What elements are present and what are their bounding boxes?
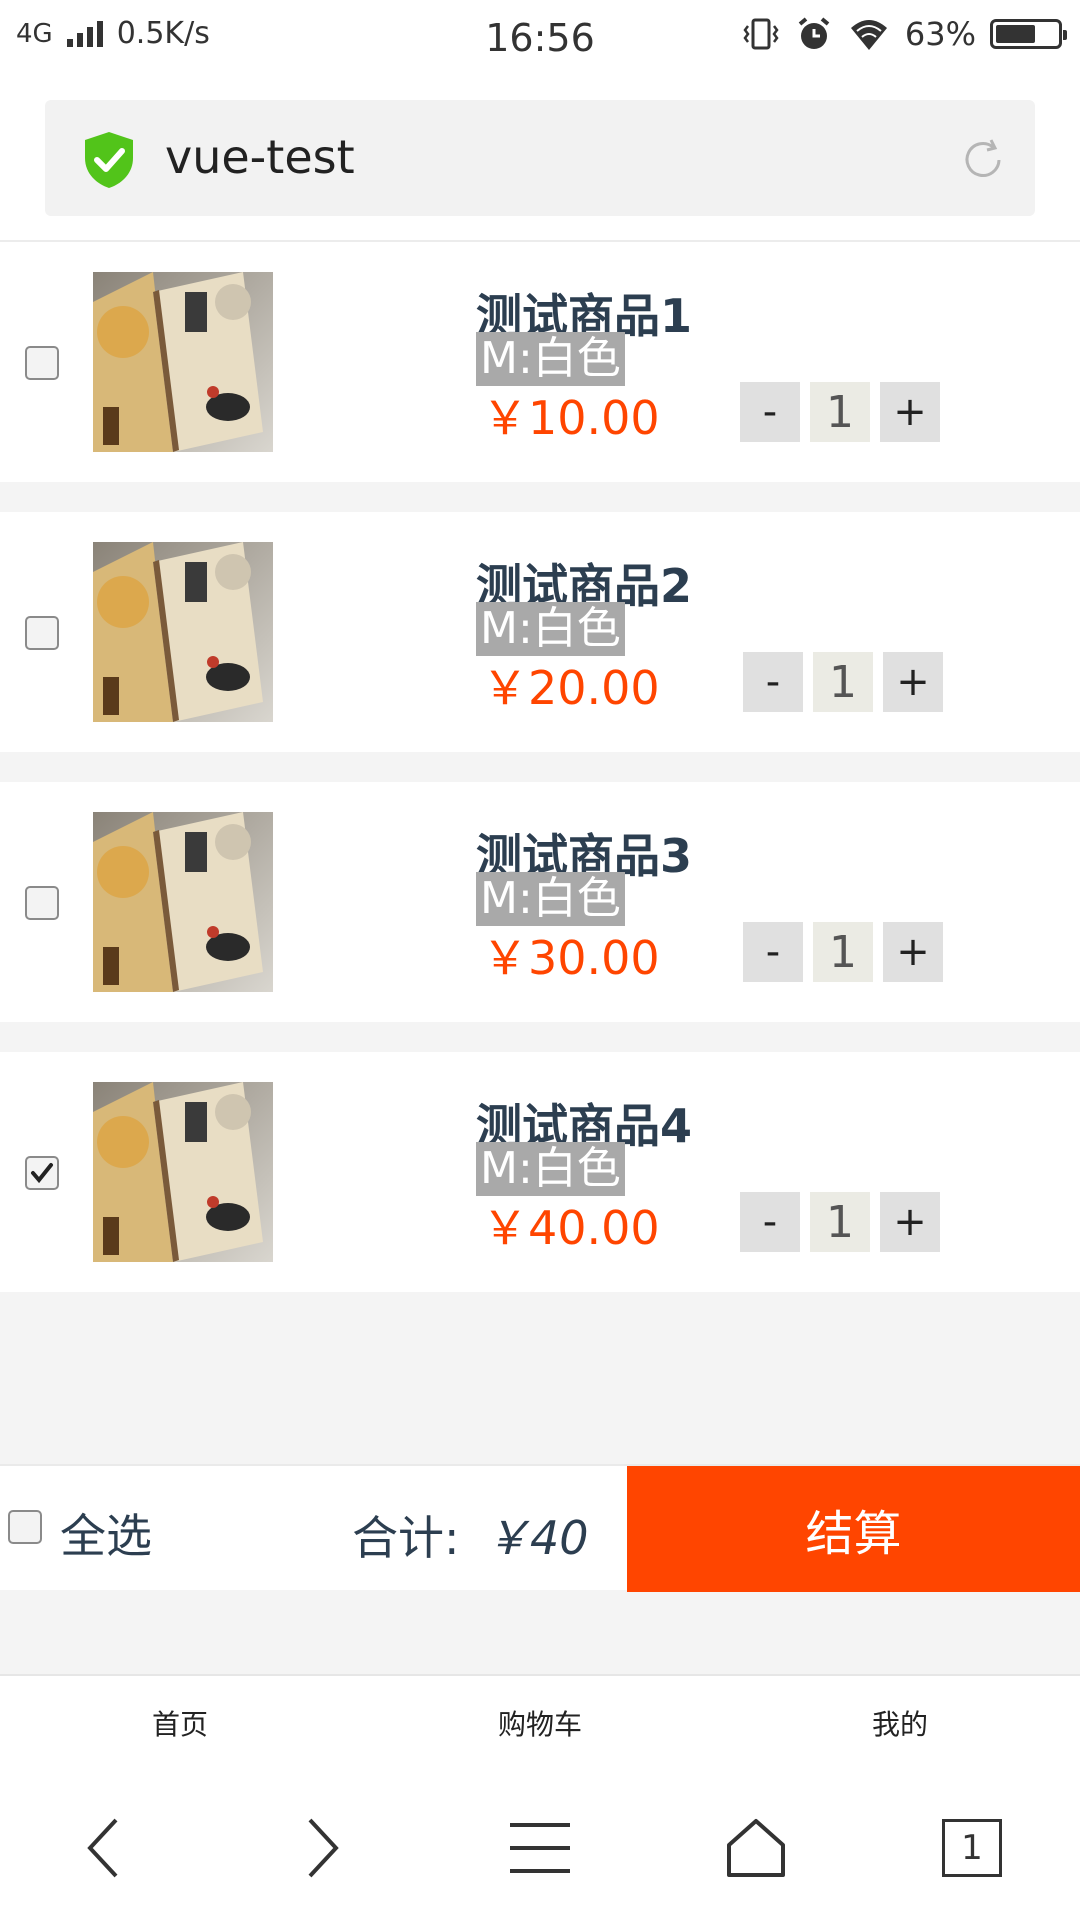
page-title: vue-test xyxy=(165,130,355,184)
quantity-stepper: - 1 + xyxy=(740,1192,940,1252)
total-label: 合计: xyxy=(352,1511,460,1565)
product-image[interactable] xyxy=(93,272,273,452)
bottom-nav: 首页 购物车 我的 xyxy=(0,1674,1080,1770)
quantity-input[interactable]: 1 xyxy=(813,652,873,712)
quantity-stepper: - 1 + xyxy=(743,922,943,982)
checkout-bar: 全选 合计: ￥40 结算 xyxy=(0,1464,1080,1592)
shield-check-icon xyxy=(85,132,133,188)
status-right: 63% xyxy=(741,14,1067,54)
home-icon xyxy=(727,1819,785,1877)
product-image[interactable] xyxy=(93,542,273,722)
item-price: ￥10.00 xyxy=(482,391,660,445)
checkout-button[interactable]: 结算 xyxy=(627,1466,1080,1592)
cart-item: 测试商品1 M:白色 ￥10.00 - 1 + xyxy=(0,242,1080,482)
decrease-button[interactable]: - xyxy=(740,382,800,442)
quantity-stepper: - 1 + xyxy=(740,382,940,442)
select-all-checkbox[interactable] xyxy=(8,1510,42,1544)
decrease-button[interactable]: - xyxy=(743,922,803,982)
cart-item: 测试商品4 M:白色 ￥40.00 - 1 + xyxy=(0,1052,1080,1292)
decrease-button[interactable]: - xyxy=(743,652,803,712)
battery-fill xyxy=(996,25,1036,43)
battery-icon xyxy=(990,19,1067,49)
forward-icon xyxy=(308,1818,339,1878)
item-spec: M:白色 xyxy=(476,872,625,926)
status-bar: 4G 0.5K/s 16:56 63% xyxy=(0,0,1080,76)
item-checkbox[interactable] xyxy=(25,616,59,650)
item-checkbox[interactable] xyxy=(25,886,59,920)
product-image[interactable] xyxy=(93,1082,273,1262)
address-bar[interactable]: vue-test xyxy=(45,100,1035,216)
home-button[interactable] xyxy=(718,1810,794,1886)
quantity-input[interactable]: 1 xyxy=(810,1192,870,1252)
back-icon xyxy=(87,1818,118,1878)
total-value: ￥40 xyxy=(484,1511,589,1565)
browser-address-area: vue-test xyxy=(0,76,1080,242)
reload-icon[interactable] xyxy=(957,134,1009,186)
back-button[interactable] xyxy=(64,1810,140,1886)
cart-item: 测试商品3 M:白色 ￥30.00 - 1 + xyxy=(0,782,1080,1022)
tabs-icon: 1 xyxy=(942,1819,1002,1877)
nav-home[interactable]: 首页 xyxy=(0,1676,360,1770)
item-spec: M:白色 xyxy=(476,332,625,386)
item-spec: M:白色 xyxy=(476,1142,625,1196)
increase-button[interactable]: + xyxy=(880,1192,940,1252)
forward-button[interactable] xyxy=(286,1810,362,1886)
tabs-button[interactable]: 1 xyxy=(934,1810,1010,1886)
select-all-label[interactable]: 全选 xyxy=(60,1500,152,1566)
item-price: ￥30.00 xyxy=(482,931,660,985)
quantity-input[interactable]: 1 xyxy=(810,382,870,442)
increase-button[interactable]: + xyxy=(880,382,940,442)
item-checkbox[interactable] xyxy=(25,1156,59,1190)
wifi-icon xyxy=(850,20,887,50)
quantity-stepper: - 1 + xyxy=(743,652,943,712)
nav-cart[interactable]: 购物车 xyxy=(360,1676,720,1770)
browser-toolbar: 1 xyxy=(0,1770,1080,1920)
increase-button[interactable]: + xyxy=(883,652,943,712)
vibrate-icon xyxy=(743,18,779,50)
checkmark-icon xyxy=(31,1163,53,1184)
increase-button[interactable]: + xyxy=(883,922,943,982)
item-checkbox[interactable] xyxy=(25,346,59,380)
nav-mine[interactable]: 我的 xyxy=(720,1676,1080,1770)
cart-item: 测试商品2 M:白色 ￥20.00 - 1 + xyxy=(0,512,1080,752)
quantity-input[interactable]: 1 xyxy=(813,922,873,982)
item-spec: M:白色 xyxy=(476,602,625,656)
alarm-icon xyxy=(798,17,830,49)
item-price: ￥20.00 xyxy=(482,661,660,715)
decrease-button[interactable]: - xyxy=(740,1192,800,1252)
item-price: ￥40.00 xyxy=(482,1201,660,1255)
menu-button[interactable] xyxy=(502,1810,578,1886)
battery-percent: 63% xyxy=(904,15,976,53)
product-image[interactable] xyxy=(93,812,273,992)
menu-icon xyxy=(510,1823,570,1873)
